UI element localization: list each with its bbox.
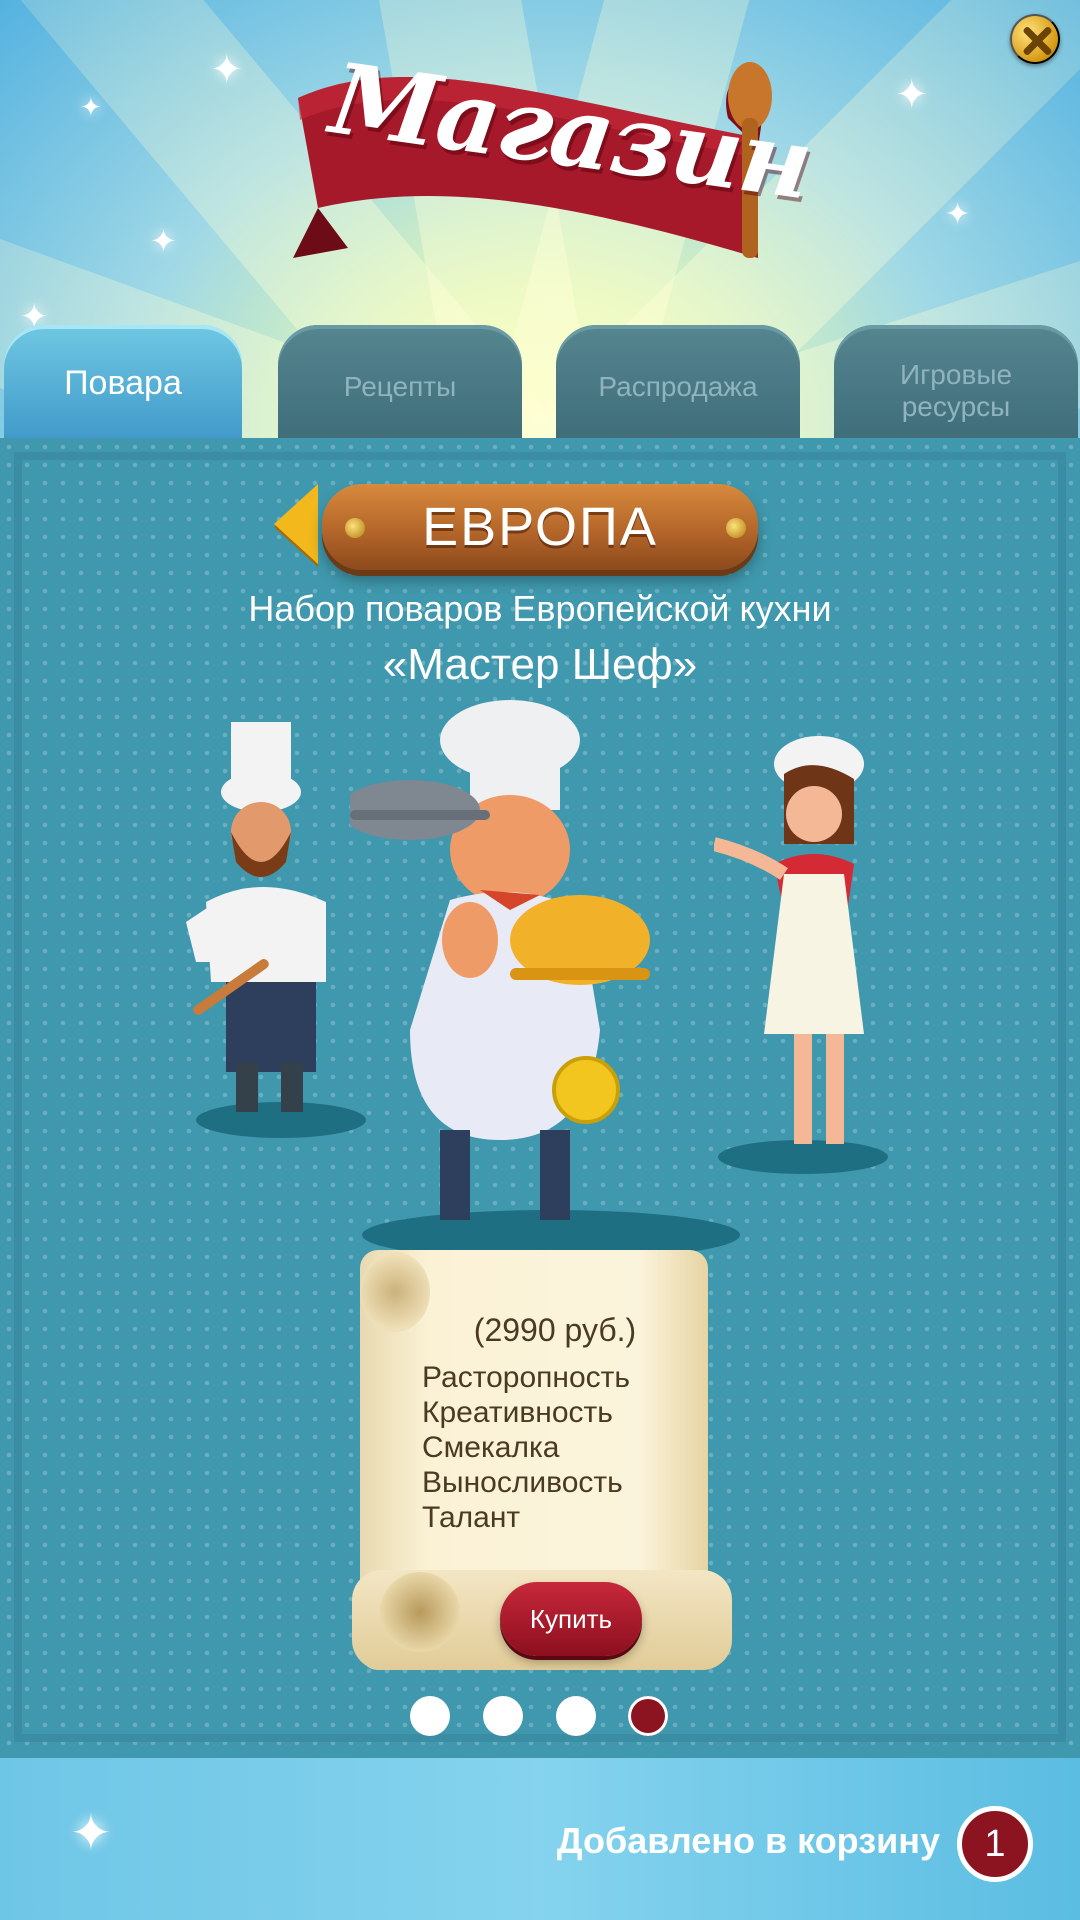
master-chef-illustration	[350, 700, 650, 1220]
bearded-chef-illustration	[186, 722, 326, 1112]
sparkle-icon: ✦	[80, 93, 102, 123]
previous-region-arrow[interactable]	[274, 484, 318, 564]
cart-count-badge[interactable]: 1	[957, 1806, 1033, 1882]
tab-sale[interactable]: Распродажа	[556, 325, 800, 445]
tab-game-resources[interactable]: Игровые ресурсы	[834, 325, 1078, 445]
tab-label: Распродажа	[598, 371, 758, 402]
offer-name: «Мастер Шеф»	[382, 640, 698, 689]
tab-recipes[interactable]: Рецепты	[278, 325, 522, 445]
tab-label: Рецепты	[343, 371, 457, 402]
perk-item: Талант	[422, 1501, 521, 1534]
perk-item: Расторопность	[422, 1361, 631, 1394]
tab-label: Повара	[64, 364, 182, 402]
page-dot-2[interactable]	[483, 1696, 523, 1736]
perk-item: Выносливость	[422, 1466, 623, 1499]
buy-button[interactable]: Купить	[500, 1582, 642, 1656]
perk-item: Креативность	[422, 1396, 613, 1429]
page-dot-3[interactable]	[556, 1696, 596, 1736]
page-dot-1[interactable]	[410, 1696, 450, 1736]
offer-price: (2990 руб.)	[473, 1312, 637, 1348]
tab-label-line2: ресурсы	[901, 391, 1011, 422]
page-dot-4[interactable]	[628, 1696, 668, 1736]
sparkle-icon: ✦	[150, 222, 177, 260]
tab-label-line1: Игровые	[899, 359, 1013, 390]
sparkle-icon: ✦	[895, 72, 929, 118]
close-button[interactable]	[1010, 14, 1060, 64]
tab-chefs[interactable]: Повара	[4, 325, 242, 445]
female-chef-illustration	[714, 736, 864, 1144]
sparkle-icon: ✦	[945, 197, 971, 232]
perk-list: Расторопность Креативность Смекалка Выно…	[422, 1360, 630, 1535]
sparkle-icon: ✦	[210, 47, 244, 93]
sparkle-icon: ✦	[70, 1804, 112, 1862]
offer-subtitle: Набор поваров Европейской кухни	[248, 588, 832, 629]
region-name: ЕВРОПА	[422, 497, 658, 557]
cart-label: Добавлено в корзину	[556, 1820, 940, 1861]
perk-item: Смекалка	[422, 1431, 560, 1464]
